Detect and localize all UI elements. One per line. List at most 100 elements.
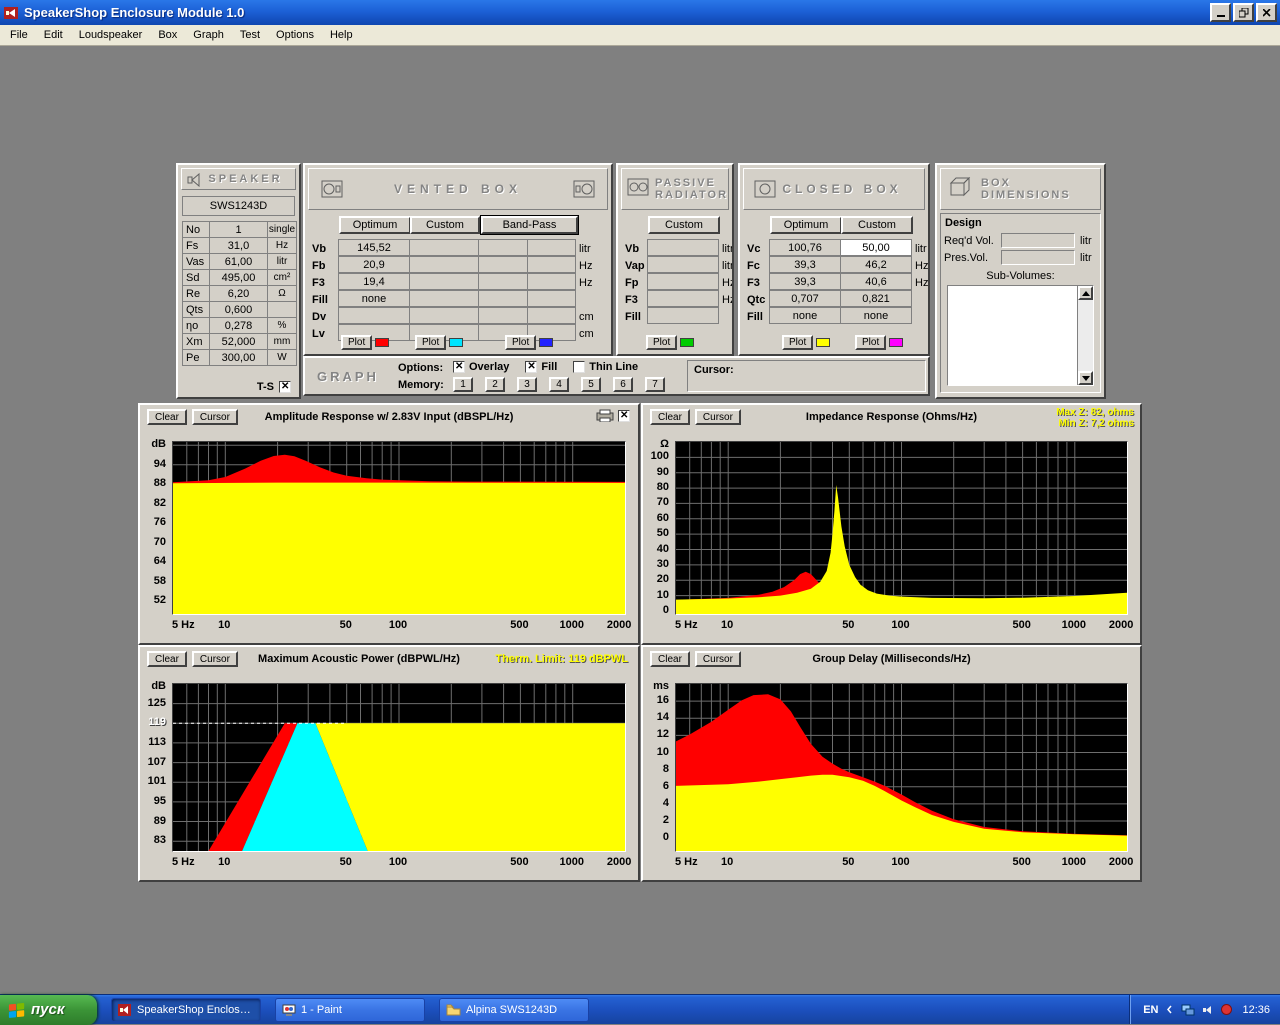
param-value[interactable] <box>338 307 410 324</box>
taskbar-item-paint[interactable]: 1 - Paint <box>275 998 425 1022</box>
param-value[interactable]: mm <box>267 333 297 350</box>
memory-button-2[interactable]: 2 <box>485 377 505 392</box>
param-value[interactable]: 0,278 <box>209 317 268 334</box>
param-value[interactable]: 100,76 <box>769 239 841 256</box>
tray-volume-icon[interactable] <box>1202 1004 1214 1016</box>
param-value[interactable]: litr <box>267 253 297 270</box>
scroll-down-button[interactable] <box>1078 371 1093 385</box>
memory-button-5[interactable]: 5 <box>581 377 601 392</box>
param-value[interactable]: 145,52 <box>338 239 410 256</box>
param-value[interactable]: Vas <box>182 253 210 270</box>
param-value[interactable]: none <box>769 307 841 324</box>
param-value[interactable]: none <box>840 307 912 324</box>
param-value[interactable] <box>267 301 297 318</box>
menu-item-edit[interactable]: Edit <box>36 26 71 44</box>
language-indicator[interactable]: EN <box>1143 1004 1158 1016</box>
param-value[interactable] <box>647 239 719 256</box>
param-value[interactable]: 1 <box>209 221 268 238</box>
param-value[interactable]: single <box>267 221 297 238</box>
param-value[interactable]: Fs <box>182 237 210 254</box>
start-button[interactable]: пуск <box>0 995 97 1025</box>
menu-item-help[interactable]: Help <box>322 26 361 44</box>
param-value[interactable]: W <box>267 349 297 366</box>
plot-button-pr[interactable]: Plot <box>646 335 677 350</box>
design-label[interactable]: Design <box>945 217 982 229</box>
param-value[interactable]: Sd <box>182 269 210 286</box>
param-value[interactable]: ηo <box>182 317 210 334</box>
param-value[interactable]: 39,3 <box>769 273 841 290</box>
memory-button-4[interactable]: 4 <box>549 377 569 392</box>
param-value[interactable] <box>647 307 719 324</box>
param-value[interactable]: 0,821 <box>840 290 912 307</box>
restore-button[interactable] <box>1233 3 1254 22</box>
param-value[interactable] <box>478 273 576 290</box>
checkbox-overlay[interactable]: Overlay <box>453 361 509 373</box>
param-value[interactable] <box>647 256 719 273</box>
param-value[interactable]: No <box>182 221 210 238</box>
param-value[interactable]: cm² <box>267 269 297 286</box>
param-value[interactable] <box>409 307 479 324</box>
checkbox-fill[interactable]: Fill <box>525 361 557 373</box>
print-checkbox[interactable] <box>618 410 630 422</box>
scroll-up-button[interactable] <box>1078 286 1093 300</box>
param-value[interactable]: 52,000 <box>209 333 268 350</box>
menu-item-box[interactable]: Box <box>150 26 185 44</box>
param-value[interactable]: Ω <box>267 285 297 302</box>
impedance-plot-area[interactable] <box>675 441 1128 615</box>
param-value[interactable] <box>478 290 576 307</box>
taskbar-item-speakershop[interactable]: SpeakerShop Enclosu... <box>111 998 261 1022</box>
param-value[interactable]: 39,3 <box>769 256 841 273</box>
delay-plot-area[interactable] <box>675 683 1128 852</box>
vented-bandpass-button[interactable]: Band-Pass <box>481 216 578 234</box>
closed-custom-button[interactable]: Custom <box>841 216 913 234</box>
param-value[interactable] <box>647 273 719 290</box>
param-value[interactable]: 46,2 <box>840 256 912 273</box>
menu-item-loudspeaker[interactable]: Loudspeaker <box>71 26 151 44</box>
plot-button-vented-bandpass[interactable]: Plot <box>505 335 536 350</box>
param-value[interactable]: 61,00 <box>209 253 268 270</box>
menu-item-graph[interactable]: Graph <box>185 26 232 44</box>
param-value[interactable]: Qts <box>182 301 210 318</box>
param-value[interactable]: none <box>338 290 410 307</box>
menu-item-options[interactable]: Options <box>268 26 322 44</box>
param-value[interactable]: 0,707 <box>769 290 841 307</box>
param-value[interactable]: Xm <box>182 333 210 350</box>
tray-network-icon[interactable] <box>1181 1004 1195 1016</box>
pres-vol-field[interactable] <box>1001 250 1075 265</box>
plot-button-closed-optimum[interactable]: Plot <box>782 335 813 350</box>
tray-chevron-icon[interactable] <box>1165 1005 1174 1014</box>
param-value[interactable] <box>409 256 479 273</box>
subvolumes-listbox[interactable] <box>947 285 1094 386</box>
tray-antivirus-icon[interactable] <box>1221 1004 1232 1015</box>
reqd-vol-field[interactable] <box>1001 233 1075 248</box>
close-button[interactable] <box>1256 3 1277 22</box>
vented-optimum-button[interactable]: Optimum <box>339 216 411 234</box>
param-value[interactable]: Re <box>182 285 210 302</box>
param-value[interactable] <box>647 290 719 307</box>
param-value[interactable] <box>478 239 576 256</box>
print-icon[interactable] <box>596 409 614 422</box>
param-value[interactable]: 0,600 <box>209 301 268 318</box>
checkbox-thin-line[interactable]: Thin Line <box>573 361 638 373</box>
memory-button-3[interactable]: 3 <box>517 377 537 392</box>
param-value[interactable]: % <box>267 317 297 334</box>
pr-custom-button[interactable]: Custom <box>648 216 720 234</box>
param-value[interactable] <box>409 273 479 290</box>
speaker-name[interactable]: SWS1243D <box>182 196 295 216</box>
plot-button-closed-custom[interactable]: Plot <box>855 335 886 350</box>
param-value[interactable]: 31,0 <box>209 237 268 254</box>
param-value[interactable]: 40,6 <box>840 273 912 290</box>
param-value[interactable] <box>478 307 576 324</box>
param-value[interactable]: Pe <box>182 349 210 366</box>
param-value[interactable]: 6,20 <box>209 285 268 302</box>
param-value[interactable]: 300,00 <box>209 349 268 366</box>
amplitude-plot-area[interactable] <box>172 441 626 615</box>
plot-button-vented-custom[interactable]: Plot <box>415 335 446 350</box>
param-value[interactable] <box>478 256 576 273</box>
power-plot-area[interactable] <box>172 683 626 852</box>
param-value[interactable] <box>409 290 479 307</box>
checkbox-box[interactable] <box>573 361 585 373</box>
memory-button-1[interactable]: 1 <box>453 377 473 392</box>
menu-item-test[interactable]: Test <box>232 26 268 44</box>
checkbox-box[interactable] <box>453 361 465 373</box>
